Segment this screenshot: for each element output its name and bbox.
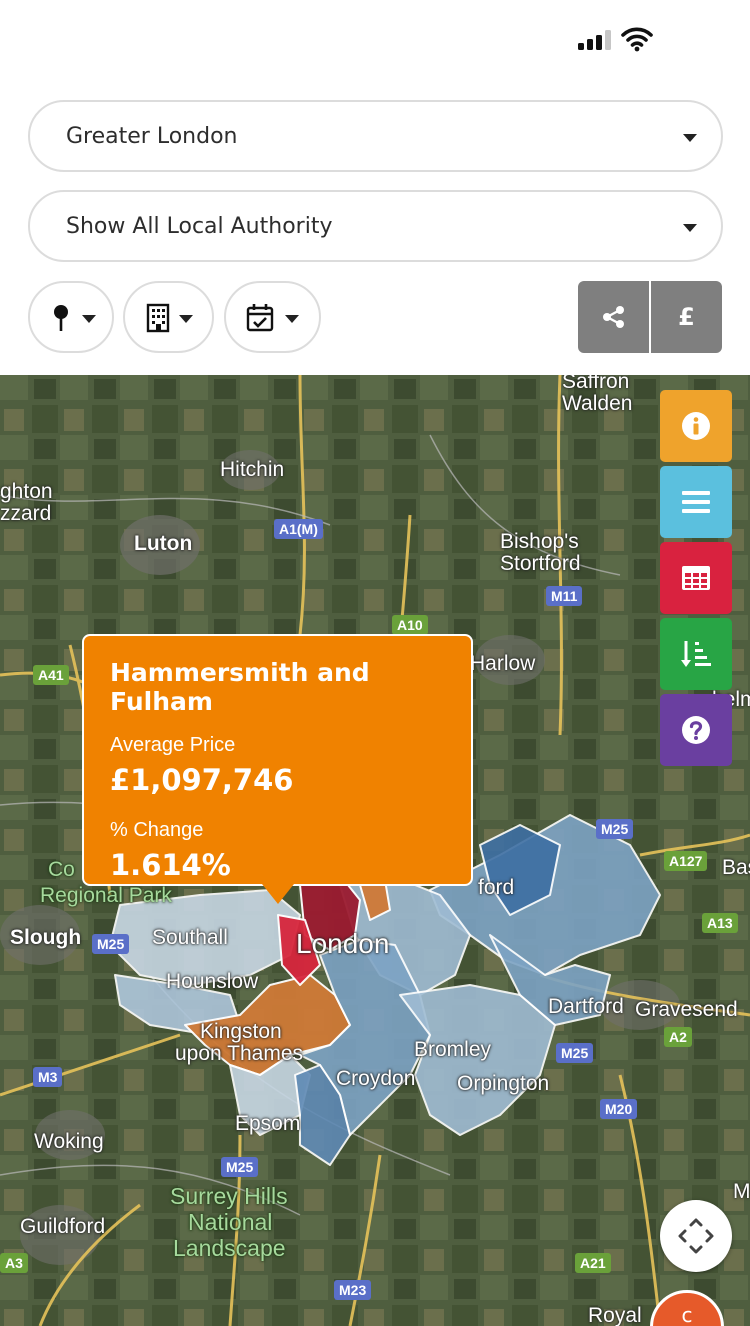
table-button[interactable] <box>660 542 732 614</box>
road-shield: A10 <box>392 615 428 635</box>
place-label: Co <box>48 858 75 881</box>
property-type-filter-dropdown[interactable] <box>123 281 214 353</box>
help-button[interactable] <box>660 694 732 766</box>
sort-icon <box>681 641 711 667</box>
region-select-value: Greater London <box>66 123 238 149</box>
authority-select[interactable]: Show All Local Authority <box>28 190 723 262</box>
list-icon <box>682 491 710 513</box>
recenter-button[interactable] <box>660 1200 732 1272</box>
road-shield: A13 <box>702 913 738 933</box>
place-label: Guildford <box>20 1215 106 1238</box>
place-label: ford <box>478 876 515 899</box>
signal-icon <box>578 30 612 50</box>
road-shield: A2 <box>664 1027 692 1047</box>
calendar-check-icon <box>246 304 274 332</box>
road-shield: A1(M) <box>274 519 323 539</box>
place-label: National <box>188 1209 273 1235</box>
place-label: upon Thames <box>175 1042 304 1065</box>
road-shield: A21 <box>575 1253 611 1273</box>
road-shield: A3 <box>0 1253 28 1273</box>
wifi-icon <box>621 27 653 52</box>
help-icon <box>682 716 710 744</box>
info-icon <box>682 412 710 440</box>
place-label: Kingston <box>200 1020 282 1043</box>
chevron-down-icon <box>179 315 193 323</box>
road-shield: M25 <box>92 934 130 954</box>
list-button[interactable] <box>660 466 732 538</box>
place-label: Southall <box>152 926 228 949</box>
place-label: Woking <box>34 1130 104 1153</box>
percent-change-label: % Change <box>110 819 204 841</box>
place-label: Slough <box>10 926 82 949</box>
road-shield: A41 <box>33 665 69 685</box>
place-label: ghton zzard <box>0 480 53 525</box>
table-icon <box>682 566 710 590</box>
chevron-down-icon <box>285 315 299 323</box>
road-shield: M25 <box>556 1043 594 1063</box>
tooltip-title: Hammersmith and Fulham <box>110 658 370 716</box>
road-shield: M23 <box>334 1280 372 1300</box>
place-label: Regional Park <box>40 884 172 907</box>
road-shield: M25 <box>221 1157 259 1177</box>
corner-badge-label: c <box>681 1303 693 1326</box>
currency-label: £ <box>678 303 695 331</box>
chevron-down-icon <box>683 224 697 232</box>
building-icon <box>146 303 170 333</box>
tooltip-pointer <box>262 884 294 904</box>
place-label: Saffron Walden <box>562 375 633 415</box>
date-filter-dropdown[interactable] <box>224 281 321 353</box>
road-shield: A127 <box>664 851 708 871</box>
chevron-down-icon <box>82 315 96 323</box>
share-button[interactable] <box>578 281 649 353</box>
map[interactable]: Saffron Walden Hitchin ghton zzard Luton B… <box>0 375 750 1326</box>
place-label: Royal <box>588 1304 642 1326</box>
place-label: Epsom <box>235 1112 301 1135</box>
place-label: Surrey Hills <box>170 1183 288 1209</box>
chevron-down-icon <box>683 134 697 142</box>
place-label: Landscape <box>173 1235 286 1261</box>
place-label: Harlow <box>470 652 536 675</box>
pin-icon <box>54 305 68 331</box>
region-select[interactable]: Greater London <box>28 100 723 172</box>
place-label: Hitchin <box>220 458 285 481</box>
place-label: Dartford <box>548 995 624 1018</box>
place-label: Hounslow <box>166 970 259 993</box>
place-label: Gravesend <box>635 998 738 1021</box>
road-shield: M25 <box>596 819 634 839</box>
status-bar <box>0 0 750 80</box>
authority-select-value: Show All Local Authority <box>66 213 333 239</box>
road-shield: M20 <box>600 1099 638 1119</box>
info-button[interactable] <box>660 390 732 462</box>
currency-button[interactable]: £ <box>651 281 722 353</box>
recenter-arrows-icon <box>678 1218 714 1254</box>
percent-change-value: 1.614% <box>110 848 231 882</box>
road-shield: M11 <box>546 586 583 606</box>
average-price-label: Average Price <box>110 734 236 756</box>
location-filter-dropdown[interactable] <box>28 281 114 353</box>
place-label: Luton <box>134 532 193 555</box>
place-label: Croydon <box>336 1067 416 1090</box>
place-label: Bromley <box>414 1038 492 1061</box>
place-label: Orpington <box>457 1072 550 1095</box>
sort-button[interactable] <box>660 618 732 690</box>
share-icon <box>602 306 624 328</box>
place-label: Bas <box>722 856 750 879</box>
borough-tooltip: Hammersmith and Fulham Average Price £1,… <box>82 634 473 886</box>
place-label: London <box>296 928 390 959</box>
average-price-value: £1,097,746 <box>110 763 294 797</box>
place-label: M <box>733 1180 750 1203</box>
road-shield: M3 <box>33 1067 63 1087</box>
place-label: Bishop's Stortford <box>500 530 581 575</box>
